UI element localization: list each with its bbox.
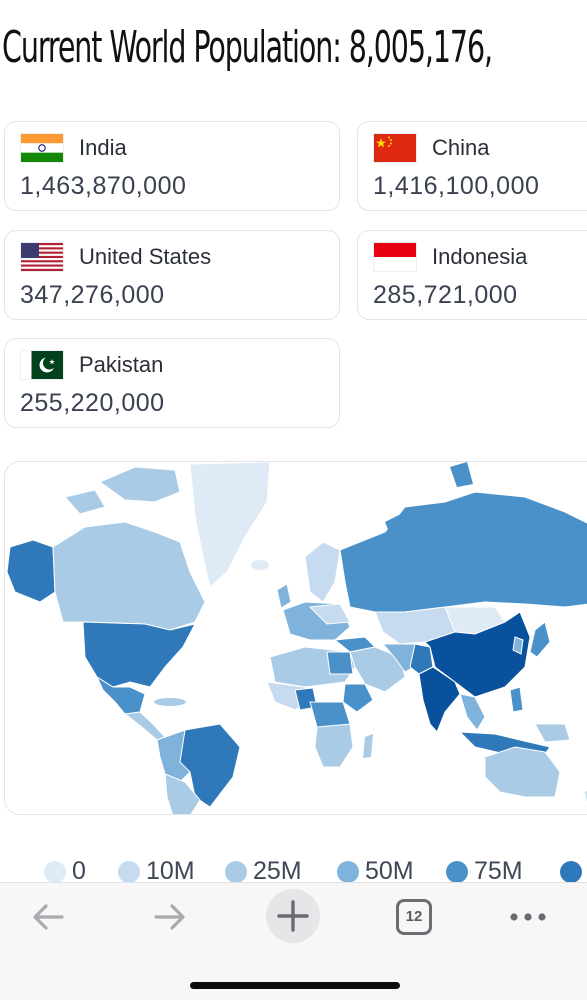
map-uk — [276, 583, 292, 609]
map-alaska — [6, 539, 56, 603]
china-flag-icon — [374, 134, 416, 162]
country-name: Pakistan — [79, 352, 164, 377]
legend-swatch — [446, 861, 468, 883]
forward-button[interactable] — [150, 897, 190, 937]
country-population: 1,463,870,000 — [20, 172, 187, 200]
country-name: United States — [79, 244, 212, 269]
country-name: Indonesia — [432, 244, 528, 269]
more-dots-icon — [510, 913, 546, 921]
country-population: 255,220,000 — [20, 389, 165, 417]
country-population: 285,721,000 — [373, 281, 518, 309]
map-australia — [484, 746, 561, 798]
country-card-pakistan[interactable]: Pakistan 255,220,000 — [4, 338, 340, 428]
country-population: 347,276,000 — [20, 281, 165, 309]
country-name: India — [79, 135, 127, 160]
map-canada — [52, 521, 206, 631]
map-southeast-asia — [459, 693, 486, 731]
map-iceland — [251, 560, 269, 570]
back-arrow-icon — [33, 904, 64, 930]
legend-swatch — [225, 861, 247, 883]
country-card-india[interactable]: India 1,463,870,000 — [4, 121, 340, 211]
map-japan — [529, 621, 551, 658]
home-indicator[interactable] — [190, 982, 400, 989]
indonesia-flag-icon — [374, 243, 416, 271]
map-caribbean — [154, 698, 186, 706]
legend-swatch — [560, 861, 582, 883]
back-button[interactable] — [28, 897, 68, 937]
map-philippines — [509, 686, 524, 713]
map-southern-africa — [314, 723, 354, 768]
map-scandinavia — [304, 541, 341, 603]
country-population: 1,416,100,000 — [373, 172, 540, 200]
page: Current World Population: 8,005,176, Ind… — [0, 0, 587, 1000]
country-card-united-states[interactable]: United States 347,276,000 — [4, 230, 340, 320]
world-population-map[interactable] — [4, 461, 587, 815]
map-usa — [82, 621, 196, 688]
map-svalbard — [450, 462, 473, 487]
country-card-china[interactable]: China 1,416,100,000 — [357, 121, 587, 211]
plus-icon — [277, 900, 309, 932]
usa-flag-icon — [21, 243, 63, 271]
map-papua — [534, 723, 571, 743]
map-egypt — [326, 651, 354, 675]
india-flag-icon — [21, 134, 63, 162]
map-madagascar — [363, 734, 373, 758]
page-title: Current World Population: 8,005,176, — [2, 22, 493, 73]
country-card-indonesia[interactable]: Indonesia 285,721,000 — [357, 230, 587, 320]
map-arctic-islands-2 — [64, 489, 106, 515]
map-arctic-islands — [98, 466, 181, 503]
map-ethiopia — [342, 683, 374, 713]
pakistan-flag-icon — [21, 351, 63, 379]
legend-swatch — [44, 861, 66, 883]
tabs-button[interactable]: 12 — [396, 899, 432, 935]
map-central-america — [123, 711, 166, 741]
legend-swatch — [337, 861, 359, 883]
map-russia — [339, 491, 587, 613]
more-button[interactable] — [506, 903, 550, 931]
legend-swatch — [118, 861, 140, 883]
new-tab-circle[interactable] — [266, 889, 320, 943]
forward-arrow-icon — [154, 904, 185, 930]
country-name: China — [432, 135, 490, 160]
